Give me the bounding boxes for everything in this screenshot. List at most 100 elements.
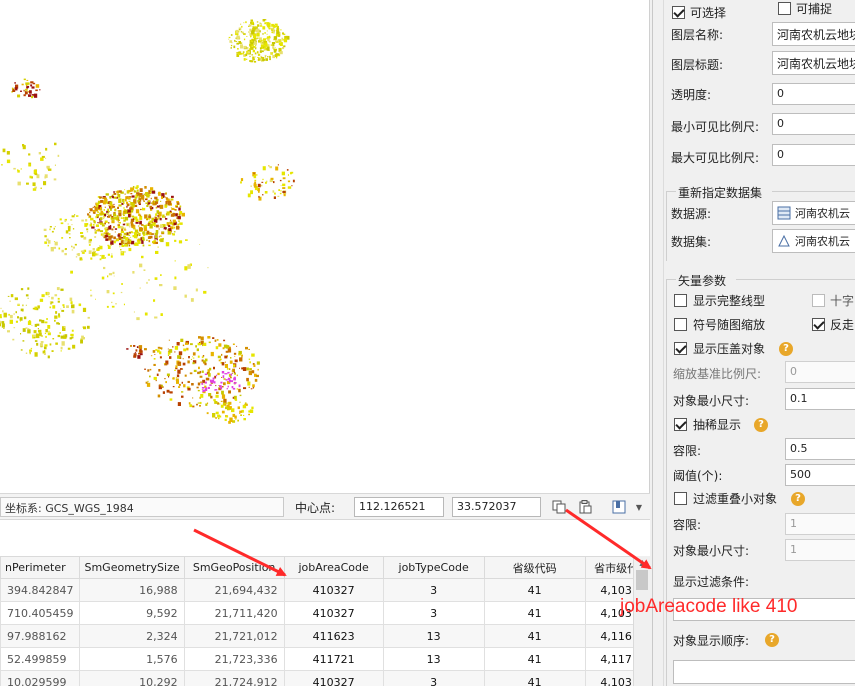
table-cell[interactable]: 3 [382, 601, 485, 625]
table-cell[interactable]: 13 [382, 624, 485, 648]
show-overlap-checkbox[interactable] [674, 342, 687, 355]
table-cell[interactable]: 410327 [283, 670, 384, 686]
help-icon[interactable]: ? [754, 418, 768, 432]
farmland-parcel [13, 327, 16, 329]
farmland-parcel [105, 235, 109, 238]
crosshair-checkbox[interactable] [812, 294, 825, 307]
table-cell[interactable]: 3 [382, 670, 485, 686]
center-y-input[interactable]: 33.572037 [452, 497, 541, 517]
table-cell[interactable]: 16,988 [79, 578, 185, 602]
min-scale-input[interactable]: 0 [772, 113, 855, 135]
table-cell[interactable]: 1,576 [79, 647, 185, 671]
farmland-parcel [81, 237, 83, 238]
help-icon[interactable]: ? [779, 342, 793, 356]
table-cell[interactable]: 97.988162 [0, 624, 81, 648]
table-cell[interactable]: 41 [483, 624, 586, 648]
table-cell[interactable]: 41 [483, 578, 586, 602]
table-cell[interactable]: 710.405459 [0, 601, 81, 625]
min-object-size-input[interactable]: 0.1 [785, 388, 855, 410]
col-header-job-type-code[interactable]: jobTypeCode [382, 556, 485, 579]
table-cell[interactable]: 10.029599 [0, 670, 81, 686]
selectable-checkbox[interactable] [672, 6, 685, 19]
table-cell[interactable]: 3 [382, 578, 485, 602]
opacity-input[interactable]: 0 [772, 83, 855, 105]
layer-title-input[interactable]: 河南农机云地块 [772, 51, 855, 75]
farmland-parcel [208, 373, 211, 377]
farmland-parcel [32, 82, 36, 85]
table-cell[interactable]: 13 [382, 647, 485, 671]
farmland-parcel [175, 365, 178, 369]
table-cell[interactable]: 2,324 [79, 624, 185, 648]
table-cell[interactable]: 52.499859 [0, 647, 81, 671]
attribute-table[interactable]: nPerimeter SmGeometrySize SmGeoPosition … [0, 556, 648, 686]
table-cell[interactable]: 41 [483, 647, 586, 671]
table-cell[interactable]: 9,592 [79, 601, 185, 625]
help-icon[interactable]: ? [765, 633, 779, 647]
farmland-parcel [177, 369, 181, 374]
paste-icon[interactable] [576, 498, 594, 516]
table-cell[interactable]: 411721 [283, 647, 384, 671]
copy-icon[interactable] [550, 498, 568, 516]
symbol-scale-checkbox[interactable] [674, 318, 687, 331]
farmland-parcel [178, 351, 183, 356]
min-object-size2-input[interactable]: 1 [785, 539, 855, 561]
table-cell[interactable]: 21,723,336 [183, 647, 285, 671]
antialias-checkbox[interactable] [812, 318, 825, 331]
col-header-job-area-code[interactable]: jobAreaCode [283, 556, 384, 579]
filter-overlap-checkbox[interactable] [674, 492, 687, 505]
scale-base-input[interactable]: 0 [785, 361, 855, 383]
bookmark-icon[interactable] [610, 498, 628, 516]
table-vertical-scrollbar[interactable]: ▲ [633, 556, 650, 686]
table-cell[interactable]: 21,711,420 [183, 601, 285, 625]
map-view[interactable] [0, 0, 650, 493]
farmland-parcel [136, 189, 139, 192]
show-full-line-checkbox[interactable] [674, 294, 687, 307]
farmland-parcel [146, 281, 148, 284]
col-header-perimeter[interactable]: nPerimeter [0, 556, 81, 579]
farmland-parcel [282, 39, 284, 41]
farmland-parcel [243, 414, 245, 416]
table-cell[interactable]: 394.842847 [0, 578, 81, 602]
tolerance-input[interactable]: 0.5 [785, 438, 855, 460]
dropdown-arrow-icon[interactable]: ▼ [630, 498, 648, 516]
threshold-input[interactable]: 500 [785, 464, 855, 486]
scroll-up-arrow-icon[interactable]: ▲ [634, 556, 651, 570]
farmland-parcel [276, 56, 278, 59]
tolerance2-input[interactable]: 1 [785, 513, 855, 535]
col-header-geometry-size[interactable]: SmGeometrySize [79, 556, 185, 579]
display-order-input[interactable] [673, 660, 855, 684]
farmland-parcel [138, 202, 141, 205]
table-row[interactable]: 394.842847 16,988 21,694,432 410327 3 41 4,103 [0, 578, 648, 602]
table-cell[interactable]: 41 [483, 601, 586, 625]
table-row[interactable]: 52.499859 1,576 21,723,336 411721 13 41 4,117 [0, 647, 648, 671]
table-row[interactable]: 10.029599 10,292 21,724,912 410327 3 41 4,103 [0, 670, 648, 686]
col-header-province-code[interactable]: 省级代码 [483, 556, 586, 579]
farmland-parcel [90, 257, 93, 260]
max-scale-input[interactable]: 0 [772, 144, 855, 166]
table-row[interactable]: 97.988162 2,324 21,721,012 411623 13 41 4,116 [0, 624, 648, 648]
layer-name-input[interactable]: 河南农机云地块 [772, 22, 855, 46]
table-row[interactable]: 710.405459 9,592 21,711,420 410327 3 41 4,103 [0, 601, 648, 625]
farmland-parcel [182, 362, 186, 366]
center-x-input[interactable]: 112.126521 [354, 497, 444, 517]
scroll-thumb[interactable] [636, 570, 648, 590]
map-canvas[interactable] [0, 0, 650, 493]
symbol-scale-label: 符号随图缩放 [693, 318, 766, 332]
table-cell[interactable]: 21,724,912 [183, 670, 285, 686]
table-cell[interactable]: 21,721,012 [183, 624, 285, 648]
farmland-parcel [257, 24, 260, 27]
table-cell[interactable]: 410327 [283, 578, 384, 602]
farmland-parcel [14, 82, 16, 84]
col-header-geo-position[interactable]: SmGeoPosition [183, 556, 285, 579]
farmland-parcel [118, 212, 122, 217]
thin-display-checkbox[interactable] [674, 418, 687, 431]
table-cell[interactable]: 410327 [283, 601, 384, 625]
help-icon[interactable]: ? [791, 492, 805, 506]
farmland-parcel [47, 240, 51, 244]
farmland-parcel [141, 240, 144, 244]
table-cell[interactable]: 21,694,432 [183, 578, 285, 602]
snappable-checkbox[interactable] [778, 2, 791, 15]
table-cell[interactable]: 10,292 [79, 670, 185, 686]
table-cell[interactable]: 41 [483, 670, 586, 686]
table-cell[interactable]: 411623 [283, 624, 384, 648]
